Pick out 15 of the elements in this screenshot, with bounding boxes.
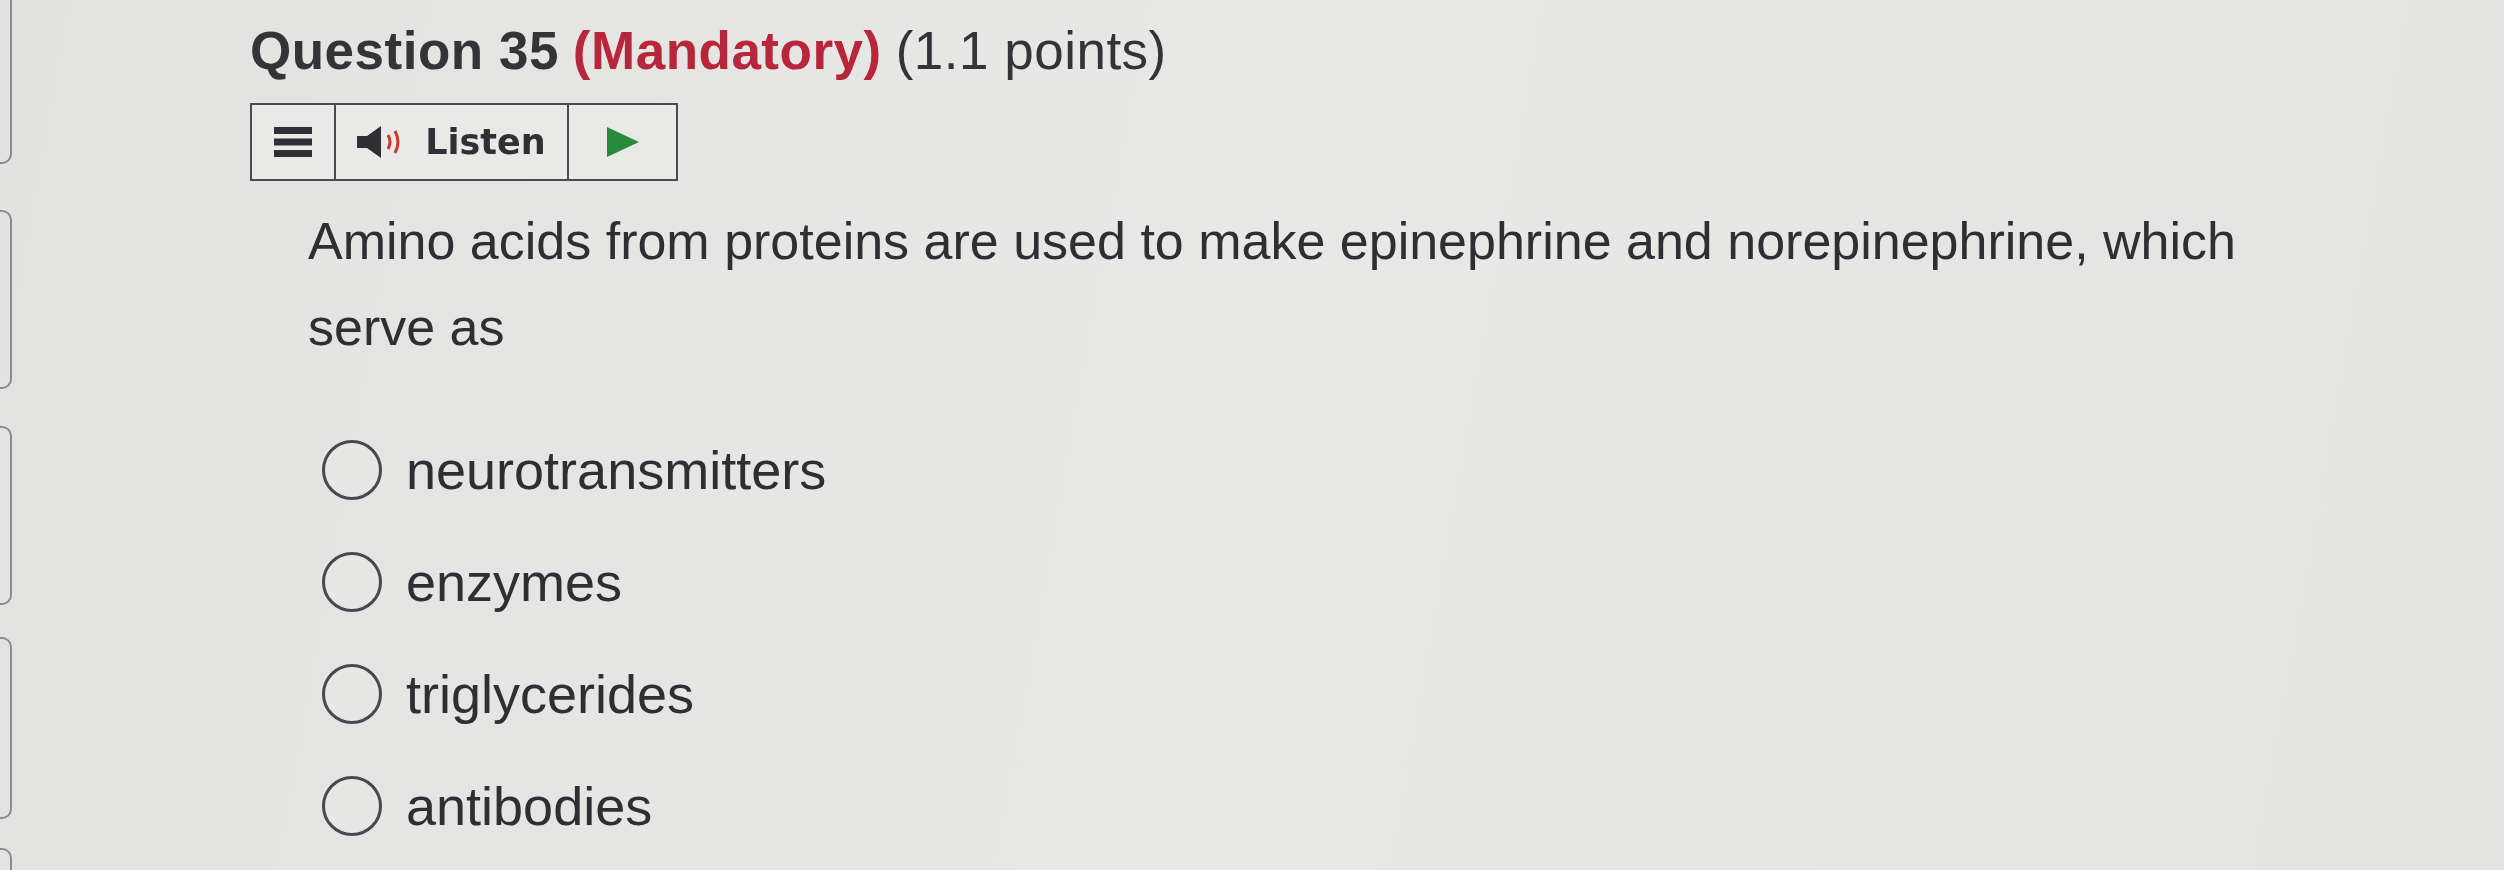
radio-button[interactable]	[322, 440, 382, 500]
answer-option[interactable]: enzymes	[406, 551, 623, 613]
answer-option[interactable]: neurotransmitters	[406, 439, 827, 501]
listen-button[interactable]: Listen	[336, 105, 569, 179]
question-number: Question 35	[250, 20, 559, 81]
radio-button[interactable]	[322, 776, 382, 836]
question-text: Amino acids from proteins are used to make epinephrine and norepinephrine, which serve as	[308, 211, 2237, 358]
menu-icon	[274, 127, 312, 157]
points-label: (1.1 points)	[895, 20, 1167, 81]
answer-option[interactable]: triglycerides	[406, 663, 695, 725]
radio-button[interactable]	[322, 552, 382, 612]
play-icon	[606, 127, 639, 157]
radio-button[interactable]	[322, 664, 382, 724]
answer-option[interactable]: antibodies	[406, 775, 653, 837]
mandatory-label: (Mandatory)	[572, 20, 882, 81]
